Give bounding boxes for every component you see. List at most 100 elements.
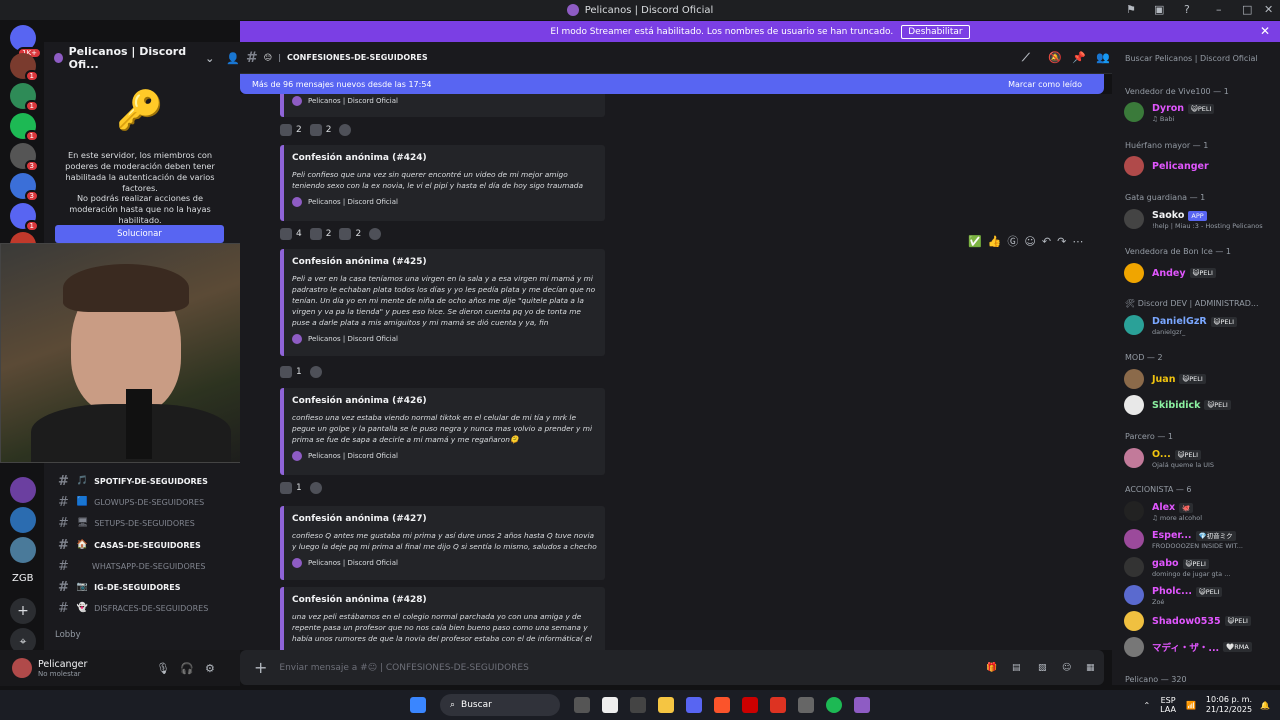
member-item[interactable]: Alex 🐙 ♫ more alcohol [1124,498,1274,524]
channel-disfraces[interactable]: # 👻 DISFRACES-DE-SEGUIDORES [52,598,232,618]
channel-setups[interactable]: # 🖥 SETUPS-DE-SEGUIDORES [52,513,232,533]
member-item[interactable]: Juan 😺PELI [1124,366,1274,392]
add-reaction-icon[interactable] [309,482,322,494]
channel-glowups[interactable]: # 🟦 GLOWUPS-DE-SEGUIDORES [52,492,232,512]
help-icon[interactable]: ? [1184,3,1190,16]
server-icon[interactable]: 1 [10,53,39,82]
headphones-icon[interactable]: 🎧 [180,662,194,675]
screen-icon[interactable]: ▣ [1154,3,1164,16]
minimize-icon[interactable]: – [1216,3,1222,16]
reaction[interactable]: 4 [280,228,302,240]
inbox-icon[interactable]: ⚑ [1126,3,1136,16]
add-reaction-icon[interactable] [369,228,382,240]
language-indicator[interactable]: ESP LAA [1160,696,1176,714]
add-attachment-icon[interactable]: + [254,658,267,677]
member-item[interactable]: マディ・ザ・... 🤍RMA [1124,634,1274,660]
obs-icon[interactable] [630,697,646,713]
app-icon[interactable] [742,697,758,713]
gift-icon[interactable]: 🎁 [986,663,997,673]
server-icon[interactable]: 1 [10,203,39,232]
task-view-icon[interactable] [574,697,590,713]
more-icon[interactable]: ⋯ [1072,235,1083,248]
app-icon[interactable] [854,697,870,713]
app-icon[interactable] [798,697,814,713]
g-icon[interactable]: Ⓖ [1007,233,1018,249]
brave-icon[interactable] [714,697,730,713]
voice-category-lobby[interactable]: Lobby [55,630,81,640]
add-reaction-icon[interactable] [339,124,352,136]
forward-icon[interactable]: ↷ [1057,235,1066,248]
member-item[interactable]: DanielGzR 😺PELI danielgzr_ [1124,312,1274,338]
x-app-icon[interactable] [770,697,786,713]
discord-icon[interactable] [686,697,702,713]
maximize-icon[interactable]: □ [1242,3,1252,16]
fix-button[interactable]: Solucionar [55,225,224,243]
member-item[interactable]: Saoko APP !help | Miau :3 - Hosting Pelica… [1124,206,1274,232]
member-item[interactable]: O... 😺PELI Ojalá queme la UIS [1124,445,1274,471]
composer-placeholder[interactable]: Enviar mensaje a #😐 | CONFESIONES-DE-SEG… [279,663,528,673]
message-composer[interactable]: + Enviar mensaje a #😐 | CONFESIONES-DE-S… [240,650,1104,685]
channel-casas[interactable]: # 🏠 CASAS-DE-SEGUIDORES [52,535,232,555]
emoji-icon[interactable]: ☺ [1062,663,1071,673]
server-icon[interactable]: 1 [10,83,39,112]
member-item[interactable]: Skibidick 😺PELI [1124,392,1274,418]
member-item[interactable]: Andey 😺PELI [1124,260,1274,286]
member-item[interactable]: Esper... 💎初音ミク FRODOOOZEN INSIDE WIT... [1124,526,1274,552]
server-header[interactable]: Pelicanos | Discord Ofi... ⌄ 👤 [44,42,240,74]
server-icon[interactable]: 1 [10,113,39,142]
server-label[interactable]: ZGB [12,573,33,584]
threads-icon[interactable]: ⟋ [1022,51,1030,65]
reaction[interactable]: 2 [309,124,331,136]
home-button[interactable]: 1K+ [10,25,42,59]
check-icon[interactable]: ✅ [968,235,982,248]
pin-icon[interactable]: 📌 [1072,51,1086,64]
windows-start-icon[interactable] [410,697,426,713]
gif-icon[interactable]: ▤ [1012,663,1021,673]
member-item[interactable]: Pelicanger [1124,153,1274,179]
add-member-icon[interactable]: 👤 [226,52,240,65]
reaction[interactable]: 1 [280,482,302,494]
add-server-icon[interactable]: + [10,598,36,624]
member-item[interactable]: Shadow0535 😺PELI [1124,608,1274,634]
member-item[interactable]: gabo 😺PELI domingo de jugar gta ... [1124,554,1274,580]
server-icon[interactable] [10,477,36,503]
thumbs-up-icon[interactable]: 👍 [988,235,1002,248]
channel-spotify[interactable]: # 🎵 SPOTIFY-DE-SEGUIDORES [52,471,232,491]
settings-icon[interactable]: ⚙ [205,662,215,675]
message-list[interactable]: Pelicanos | Discord Oficial 2 2 Confesió… [240,94,1112,650]
reaction[interactable]: 1 [280,366,302,378]
add-reaction-icon[interactable] [309,366,322,378]
member-search[interactable]: Buscar Pelicanos | Discord Oficial [1112,42,1280,74]
sticker-icon[interactable]: ▧ [1038,663,1047,673]
close-window-icon[interactable]: ✕ [1264,3,1273,16]
server-icon[interactable]: 3 [10,143,39,172]
server-icon[interactable] [10,537,36,563]
channel-ig[interactable]: # 📷 IG-DE-SEGUIDORES [52,577,232,597]
add-reaction-icon[interactable]: ☺ [1024,235,1035,248]
reply-icon[interactable]: ↶ [1042,235,1051,248]
file-explorer-icon[interactable] [658,697,674,713]
server-icon[interactable]: 3 [10,173,39,202]
disable-streamer-button[interactable]: Deshabilitar [901,24,970,39]
server-icon[interactable] [10,507,36,533]
new-messages-bar[interactable]: Más de 96 mensajes nuevos desde las 17:5… [240,74,1104,94]
spotify-icon[interactable] [826,697,842,713]
wifi-icon[interactable]: 📶 [1186,701,1196,710]
members-icon[interactable]: 👥 [1096,51,1110,64]
mark-read-button[interactable]: Marcar como leído [1008,80,1082,89]
reaction[interactable]: 2 [339,228,361,240]
member-item[interactable]: Dyron 😺PELI ♫ Babi [1124,99,1274,125]
member-item[interactable]: Pholc... 😺PELI Zoé [1124,582,1274,608]
notion-icon[interactable] [602,697,618,713]
microphone-icon[interactable]: 🎙 [156,662,170,675]
member-search-input[interactable]: Buscar Pelicanos | Discord Oficial [1125,54,1258,63]
chevron-down-icon[interactable]: ⌄ [205,52,214,65]
taskbar-search[interactable]: ⌕ Buscar [440,694,560,716]
channel-whatsapp[interactable]: # WHATSAPP-DE-SEGUIDORES [52,556,232,576]
reaction[interactable]: 2 [280,124,302,136]
apps-icon[interactable]: ▦ [1086,663,1095,673]
close-icon[interactable]: ✕ [1260,24,1270,38]
notification-icon[interactable]: 🔔 [1260,701,1270,710]
tray-chevron-icon[interactable]: ⌃ [1143,701,1150,710]
mute-bell-icon[interactable]: 🔕 [1048,51,1062,64]
